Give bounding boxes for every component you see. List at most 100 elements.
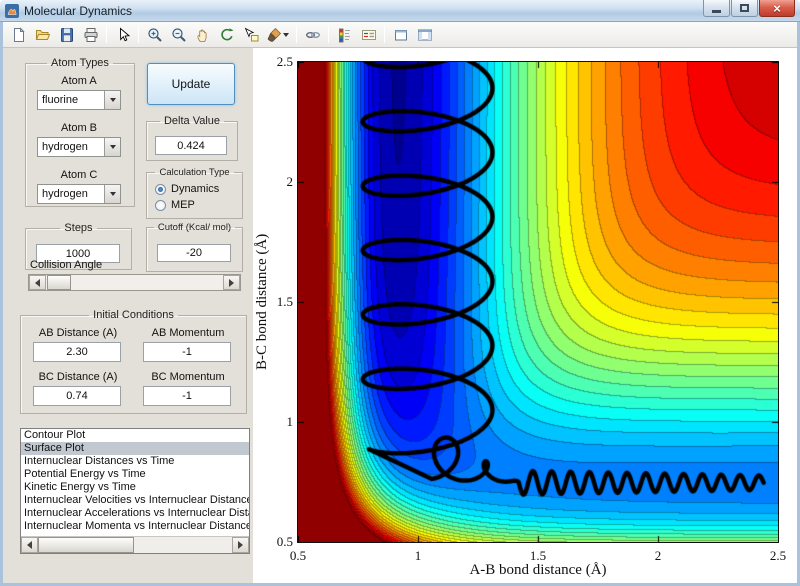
x-axis-label: A-B bond distance (Å): [469, 562, 607, 578]
toolbar-separator: [106, 26, 107, 43]
scrollbar-thumb[interactable]: [38, 537, 134, 553]
atom-b-label: Atom B: [60, 122, 98, 134]
dropdown-button[interactable]: [104, 185, 120, 203]
insert-legend-button[interactable]: [357, 24, 380, 46]
insert-colorbar-button[interactable]: [333, 24, 356, 46]
slider-thumb[interactable]: [47, 275, 71, 290]
maximize-button[interactable]: [731, 0, 758, 17]
atom-b-value: hydrogen: [42, 141, 88, 153]
new-figure-button[interactable]: [7, 24, 30, 46]
atom-c-label: Atom C: [60, 169, 98, 181]
hand-icon: [196, 29, 206, 42]
cutoff-panel: Cutoff (Kcal/ mol): [146, 222, 243, 272]
data-cursor-button[interactable]: [239, 24, 262, 46]
radio-dynamics[interactable]: Dynamics: [155, 183, 219, 195]
colorbar-icon: [338, 28, 350, 42]
minimize-button[interactable]: [703, 0, 730, 17]
rotate-3d-button[interactable]: [215, 24, 238, 46]
ab-momentum-label: AB Momentum: [151, 327, 225, 339]
close-button[interactable]: ×: [759, 0, 795, 17]
chevron-down-icon: [283, 32, 289, 37]
radio-mep[interactable]: MEP: [155, 199, 195, 211]
plot-type-option[interactable]: Internuclear Accelerations vs Internucle…: [21, 507, 249, 520]
bc-distance-field[interactable]: [33, 386, 121, 406]
arrow-right-icon: [238, 541, 243, 549]
save-icon: [60, 27, 73, 42]
atom-a-value: fluorine: [42, 94, 79, 106]
cutoff-legend: Cutoff (Kcal/ mol): [157, 222, 232, 233]
chevron-down-icon: [110, 192, 116, 196]
link-icon: [305, 31, 320, 38]
plot-type-option-selected[interactable]: Surface Plot: [21, 442, 249, 455]
atom-a-dropdown[interactable]: fluorine: [37, 90, 121, 110]
control-panel: Atom Types Atom A fluorine Atom B hydrog…: [3, 48, 253, 583]
pan-button[interactable]: [191, 24, 214, 46]
scrollbar-right-arrow[interactable]: [232, 537, 249, 553]
edit-plot-button[interactable]: [111, 24, 134, 46]
plot-type-option[interactable]: Internuclear Velocities vs Internuclear …: [21, 494, 249, 507]
window-icon: [5, 3, 19, 18]
printer-icon: [84, 27, 97, 42]
zoom-in-icon: [147, 27, 162, 42]
collision-angle-slider[interactable]: [28, 274, 241, 291]
delta-value-panel: Delta Value: [146, 115, 238, 161]
dropdown-button[interactable]: [104, 91, 120, 109]
titlebar[interactable]: Molecular Dynamics ×: [0, 0, 800, 22]
listbox-horizontal-scrollbar[interactable]: [21, 536, 249, 553]
link-plot-button[interactable]: [301, 24, 324, 46]
chevron-down-icon: [110, 98, 116, 102]
radio-unselected-icon: [155, 199, 166, 211]
atom-b-dropdown[interactable]: hydrogen: [37, 137, 121, 157]
update-button[interactable]: Update: [147, 63, 235, 105]
steps-legend: Steps: [64, 222, 93, 234]
window-title: Molecular Dynamics: [24, 3, 133, 18]
collision-angle-label: Collision Angle: [30, 259, 103, 271]
new-document-icon: [13, 26, 25, 42]
toolbar-separator: [296, 26, 297, 43]
hide-plot-tools-button[interactable]: [389, 24, 412, 46]
radio-selected-icon: [155, 183, 166, 195]
cutoff-field[interactable]: [157, 244, 231, 262]
plot-type-option[interactable]: Contour Plot: [21, 429, 249, 442]
toolbar: [3, 22, 797, 48]
hide-plot-tools-icon: [394, 29, 407, 40]
plot-type-option[interactable]: Kinetic Energy vs Time: [21, 481, 249, 494]
radio-dynamics-label: Dynamics: [171, 183, 220, 195]
contour-plot-canvas[interactable]: [298, 62, 778, 542]
delta-value-legend: Delta Value: [163, 115, 221, 127]
open-folder-icon: [35, 29, 50, 40]
close-icon: ×: [773, 0, 781, 16]
y-axis-label: B-C bond distance (Å): [254, 233, 270, 371]
ab-distance-field[interactable]: [33, 342, 121, 362]
atom-c-dropdown[interactable]: hydrogen: [37, 184, 121, 204]
ab-momentum-field[interactable]: [143, 342, 231, 362]
print-figure-button[interactable]: [79, 24, 102, 46]
plot-type-option[interactable]: Internuclear Distances vs Time: [21, 455, 249, 468]
plot-type-option[interactable]: Internuclear Momenta vs Internuclear Dis…: [21, 520, 249, 533]
toolbar-separator: [138, 26, 139, 43]
show-plot-tools-icon: [417, 29, 432, 40]
scrollbar-left-arrow[interactable]: [21, 537, 38, 553]
dropdown-button[interactable]: [104, 138, 120, 156]
open-file-button[interactable]: [31, 24, 54, 46]
y-tick-label: 1: [286, 414, 294, 429]
calculation-type-panel: Calculation Type Dynamics MEP: [146, 167, 243, 219]
y-tick-label: 2.5: [276, 54, 293, 69]
x-tick-label: 0.5: [289, 548, 307, 563]
chevron-down-icon: [110, 145, 116, 149]
bc-momentum-field[interactable]: [143, 386, 231, 406]
delta-value-field[interactable]: [155, 136, 227, 155]
brush-data-button[interactable]: [263, 24, 292, 46]
x-tick-label: 2.5: [769, 548, 787, 563]
plot-type-listbox[interactable]: Contour Plot Surface Plot Internuclear D…: [20, 428, 250, 554]
app-window: Molecular Dynamics × Atom Types Atom A f…: [0, 0, 800, 586]
plot-type-option[interactable]: Potential Energy vs Time: [21, 468, 249, 481]
slider-right-arrow[interactable]: [223, 275, 240, 290]
rotate-icon: [220, 27, 234, 40]
maximize-icon: [740, 4, 749, 12]
zoom-in-button[interactable]: [143, 24, 166, 46]
slider-left-arrow[interactable]: [29, 275, 46, 290]
show-plot-tools-button[interactable]: [413, 24, 436, 46]
zoom-out-button[interactable]: [167, 24, 190, 46]
save-figure-button[interactable]: [55, 24, 78, 46]
